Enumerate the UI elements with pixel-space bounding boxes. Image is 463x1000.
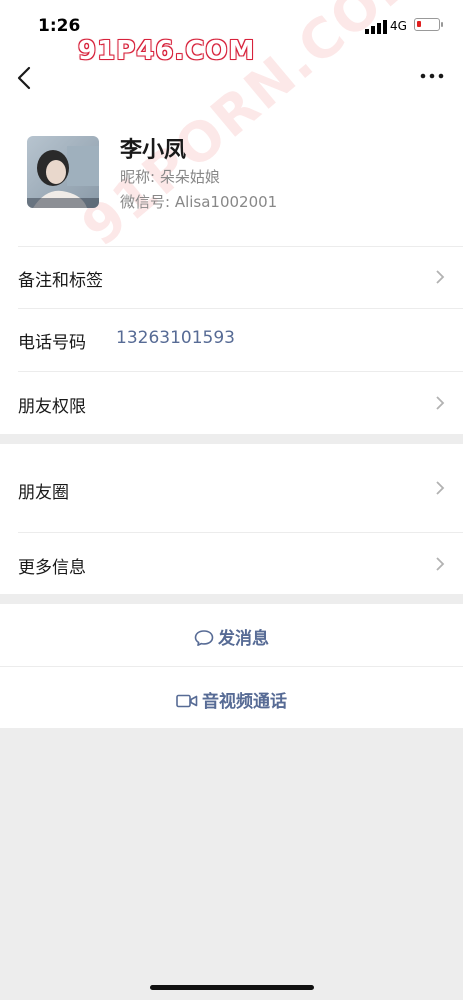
moments-label: 朋友圈 [18, 483, 69, 503]
avatar[interactable] [27, 136, 99, 208]
chevron-right-icon [436, 396, 445, 410]
more-info-row[interactable]: 更多信息 [0, 533, 463, 594]
permissions-row[interactable]: 朋友权限 [0, 372, 463, 434]
network-type: 4G [390, 19, 407, 33]
video-camera-icon [176, 694, 198, 708]
back-icon[interactable] [14, 64, 36, 92]
moments-row[interactable]: 朋友圈 [0, 444, 463, 532]
more-info-label: 更多信息 [18, 558, 86, 578]
chat-bubble-icon [194, 630, 214, 646]
send-message-label: 发消息 [218, 629, 269, 649]
signal-icon [365, 20, 387, 34]
watermark: 91P46.COM [78, 36, 256, 66]
permissions-label: 朋友权限 [18, 397, 86, 417]
phone-row: 电话号码 13263101593 [0, 309, 463, 371]
notes-tags-label: 备注和标签 [18, 271, 103, 291]
status-time: 1:26 [38, 16, 81, 36]
moments-group: 朋友圈 更多信息 [0, 444, 463, 594]
chevron-right-icon [436, 557, 445, 571]
info-group: 备注和标签 电话号码 13263101593 朋友权限 [0, 246, 463, 434]
contact-name: 李小凤 [120, 138, 187, 163]
nickname: 昵称: 朵朵姑娘 [120, 168, 220, 186]
wechat-id: 微信号: Alisa1002001 [120, 193, 278, 211]
notes-tags-row[interactable]: 备注和标签 [0, 246, 463, 308]
home-indicator[interactable] [150, 985, 314, 990]
phone-label: 电话号码 [18, 333, 86, 353]
video-call-button[interactable]: 音视频通话 [0, 667, 463, 728]
send-message-button[interactable]: 发消息 [0, 604, 463, 666]
phone-number[interactable]: 13263101593 [116, 328, 235, 348]
chevron-right-icon [436, 270, 445, 284]
chevron-right-icon [436, 481, 445, 495]
battery-icon [414, 18, 443, 31]
video-call-label: 音视频通话 [202, 692, 287, 712]
more-icon[interactable] [420, 70, 444, 82]
